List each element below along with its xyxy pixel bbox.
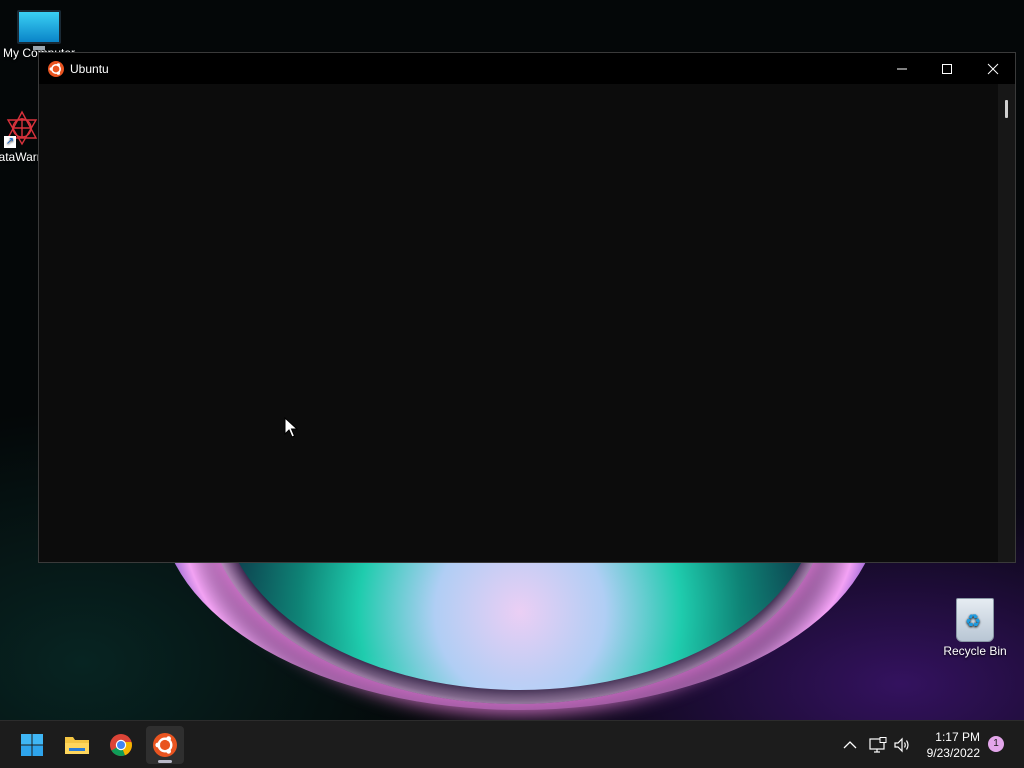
taskbar-ubuntu[interactable] (146, 726, 184, 764)
maximize-icon (941, 63, 952, 74)
scrollbar-thumb[interactable] (1005, 100, 1008, 118)
clock-time: 1:17 PM (935, 730, 980, 744)
notification-badge[interactable]: 1 (988, 736, 1004, 752)
mouse-pointer-icon (284, 417, 298, 438)
ubuntu-terminal-window[interactable]: Ubuntu (38, 52, 1016, 563)
taskbar: 1:17 PM 9/23/2022 1 (0, 720, 1024, 768)
network-status-button[interactable] (866, 727, 890, 763)
desktop-icon-label: Recycle Bin (943, 644, 1007, 658)
monitor-icon (17, 10, 61, 50)
ubuntu-icon (48, 60, 64, 77)
maximize-button[interactable] (924, 53, 969, 84)
taskbar-file-explorer[interactable] (58, 726, 96, 764)
terminal-output-area[interactable] (39, 84, 999, 562)
close-button[interactable] (970, 53, 1015, 84)
chrome-icon (110, 734, 132, 757)
vertical-scrollbar[interactable] (998, 84, 1015, 562)
clock-date: 9/23/2022 (926, 746, 980, 760)
datawarrior-icon: ↗ (2, 108, 42, 148)
volume-icon (894, 737, 909, 753)
window-title: Ubuntu (70, 61, 109, 76)
clock[interactable]: 1:17 PM 9/23/2022 (927, 729, 980, 761)
shortcut-arrow-icon: ↗ (4, 136, 16, 148)
show-hidden-icons-button[interactable] (838, 727, 862, 763)
close-icon (987, 63, 998, 74)
taskbar-chrome[interactable] (102, 726, 140, 764)
window-titlebar[interactable]: Ubuntu (39, 53, 1015, 84)
folder-icon (65, 737, 89, 754)
desktop-icon-recycle-bin[interactable]: ♻ Recycle Bin (935, 598, 1015, 658)
chevron-up-icon (843, 741, 857, 749)
ubuntu-icon (153, 733, 177, 757)
minimize-button[interactable] (879, 53, 924, 84)
active-app-indicator (158, 760, 172, 763)
recycle-bin-icon: ♻ (956, 598, 994, 642)
network-icon (869, 737, 887, 753)
volume-button[interactable] (890, 727, 914, 763)
minimize-icon (896, 68, 907, 69)
windows-start-icon (21, 734, 43, 756)
start-button[interactable] (13, 726, 51, 764)
